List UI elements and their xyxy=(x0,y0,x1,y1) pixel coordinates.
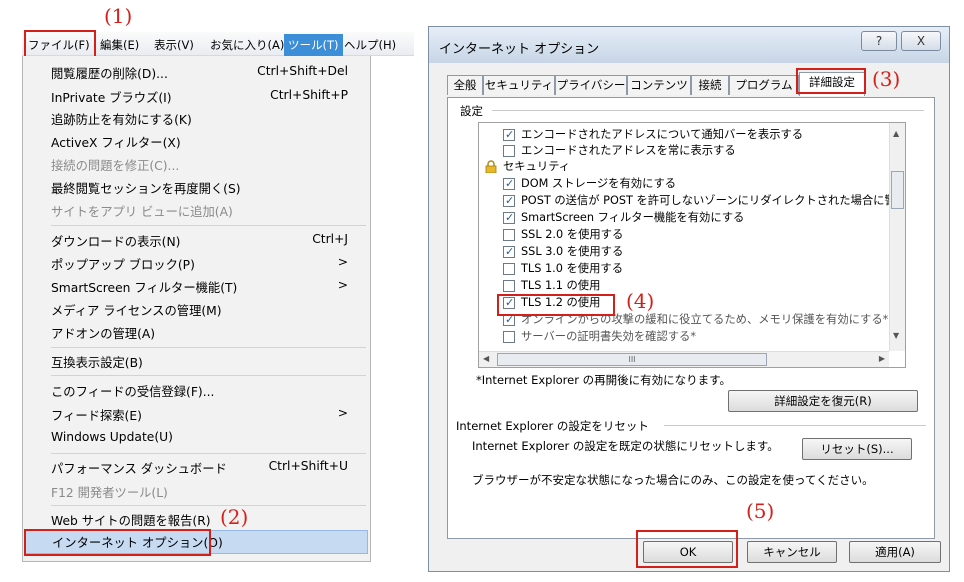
checkbox[interactable] xyxy=(503,127,515,143)
menu-item-reopen-session[interactable]: 最終閲覧セッションを再度開く(S) xyxy=(51,179,358,197)
menu-item-downloads[interactable]: ダウンロードの表示(N) Ctrl+J xyxy=(51,232,358,250)
checkbox[interactable] xyxy=(503,193,515,209)
tools-dropdown-menu: 閲覧履歴の削除(D)... Ctrl+Shift+Del InPrivate ブラ… xyxy=(22,56,371,562)
tab-security[interactable]: セキュリティ xyxy=(483,75,555,95)
dialog-title: インターネット オプション xyxy=(439,42,600,57)
scroll-right-icon[interactable]: ▶ xyxy=(879,354,885,363)
menu-item-popup-blocker[interactable]: ポップアップ ブロック(P) > xyxy=(51,255,358,273)
step-4-label: (4) xyxy=(626,289,655,313)
horizontal-scrollbar[interactable]: ◀ III ▶ xyxy=(479,351,889,367)
menu-item-add-app-view[interactable]: サイトをアプリ ビューに追加(A) xyxy=(51,202,358,220)
help-button[interactable]: ? xyxy=(861,31,897,51)
dialog-titlebar: インターネット オプション ? X xyxy=(429,27,949,63)
settings-listbox[interactable]: エンコードされたアドレスについて通知バーを表示する エンコードされたアドレスを常… xyxy=(478,122,906,368)
settings-group-label: 設定 xyxy=(460,104,483,118)
highlight-internet-options xyxy=(24,529,211,556)
restore-advanced-button[interactable]: 詳細設定を復元(R) xyxy=(728,390,918,412)
apply-button[interactable]: 適用(A) xyxy=(849,541,941,563)
checkbox[interactable] xyxy=(503,331,515,343)
highlight-tls12 xyxy=(497,294,615,316)
menu-item-subscribe-feed[interactable]: このフィードの受信登録(F)... xyxy=(51,382,358,400)
menu-item-windows-update[interactable]: Windows Update(U) xyxy=(51,430,358,444)
menu-item-f12-tools[interactable]: F12 開発者ツール(L) xyxy=(51,483,358,501)
menu-help[interactable]: ヘルプ(H) xyxy=(344,37,396,53)
checkbox[interactable] xyxy=(503,210,515,226)
step-2-label: (2) xyxy=(220,505,249,529)
checkbox[interactable] xyxy=(503,280,515,292)
menu-item-fix-connection[interactable]: 接続の問題を修正(C)... xyxy=(51,156,358,174)
step-5-label: (5) xyxy=(746,499,775,523)
menu-item-media-licenses[interactable]: メディア ライセンスの管理(M) xyxy=(51,301,358,319)
close-icon: X xyxy=(916,34,926,48)
tab-programs[interactable]: プログラム xyxy=(729,75,799,95)
help-icon: ? xyxy=(875,34,883,48)
submenu-arrow-icon: > xyxy=(337,278,348,292)
tab-privacy[interactable]: プライバシー xyxy=(555,75,627,95)
menu-view[interactable]: 表示(V) xyxy=(154,37,194,53)
highlight-file-menu xyxy=(24,30,96,58)
menu-separator xyxy=(51,347,366,348)
scroll-down-icon[interactable]: ▼ xyxy=(893,331,899,340)
group-divider xyxy=(664,425,926,426)
vertical-scrollbar[interactable]: ▲ ▼ xyxy=(889,123,905,351)
close-button[interactable]: X xyxy=(901,31,941,51)
submenu-arrow-icon: > xyxy=(337,406,348,420)
tab-general[interactable]: 全般 xyxy=(447,75,483,95)
menu-item-delete-history[interactable]: 閲覧履歴の削除(D)... Ctrl+Shift+Del xyxy=(51,64,358,82)
reset-description: Internet Explorer の設定を既定の状態にリセットします。 xyxy=(472,439,779,453)
step-1-label: (1) xyxy=(104,4,133,28)
menu-item-feed-discovery[interactable]: フィード探索(E) > xyxy=(51,406,358,424)
highlight-advanced-tab xyxy=(796,68,866,94)
group-divider xyxy=(492,110,924,111)
menu-item-compat-view[interactable]: 互換表示設定(B) xyxy=(51,353,358,371)
menu-item-tracking-protection[interactable]: 追跡防止を有効にする(K) xyxy=(51,110,358,128)
lock-icon xyxy=(485,160,497,173)
menu-item-smartscreen[interactable]: SmartScreen フィルター機能(T) > xyxy=(51,278,358,296)
menu-item-manage-addons[interactable]: アドオンの管理(A) xyxy=(51,324,358,342)
menu-edit[interactable]: 編集(E) xyxy=(100,37,139,53)
checkbox[interactable] xyxy=(503,145,515,157)
tab-content[interactable]: コンテンツ xyxy=(627,75,691,95)
menu-item-inprivate[interactable]: InPrivate ブラウズ(I) Ctrl+Shift+P xyxy=(51,88,358,106)
hscroll-thumb[interactable]: III xyxy=(497,353,767,366)
menu-favorites[interactable]: お気に入り(A) xyxy=(210,37,284,53)
reset-warning-note: ブラウザーが不安定な状態になった場合にのみ、この設定を使ってください。 xyxy=(472,473,874,487)
checkbox[interactable] xyxy=(503,263,515,275)
cancel-button[interactable]: キャンセル xyxy=(747,541,837,563)
advanced-tab-panel: 設定 エンコードされたアドレスについて通知バーを表示する エンコードされたアドレ… xyxy=(447,97,935,539)
checkbox[interactable] xyxy=(503,244,515,260)
menu-item-performance-dashboard[interactable]: パフォーマンス ダッシュボード Ctrl+Shift+U xyxy=(51,459,358,477)
checkbox[interactable] xyxy=(503,176,515,192)
restart-note: *Internet Explorer の再開後に有効になります。 xyxy=(476,373,731,387)
step-3-label: (3) xyxy=(872,67,901,91)
menu-item-report-problem[interactable]: Web サイトの問題を報告(R) xyxy=(51,511,358,529)
reset-button[interactable]: リセット(S)... xyxy=(802,438,912,460)
highlight-ok-button xyxy=(636,530,738,568)
menu-item-activex-filter[interactable]: ActiveX フィルター(X) xyxy=(51,133,358,151)
menu-separator xyxy=(51,505,366,506)
submenu-arrow-icon: > xyxy=(337,255,348,269)
reset-group-label: Internet Explorer の設定をリセット xyxy=(456,419,649,433)
menu-tools[interactable]: ツール(T) xyxy=(284,34,343,56)
menu-separator xyxy=(51,375,366,376)
scroll-thumb[interactable] xyxy=(891,171,904,209)
checkbox[interactable] xyxy=(503,229,515,241)
scroll-left-icon[interactable]: ◀ xyxy=(483,354,489,363)
menu-separator xyxy=(51,453,366,454)
menu-separator xyxy=(51,225,366,226)
scroll-up-icon[interactable]: ▲ xyxy=(893,129,899,138)
tab-connections[interactable]: 接続 xyxy=(691,75,729,95)
